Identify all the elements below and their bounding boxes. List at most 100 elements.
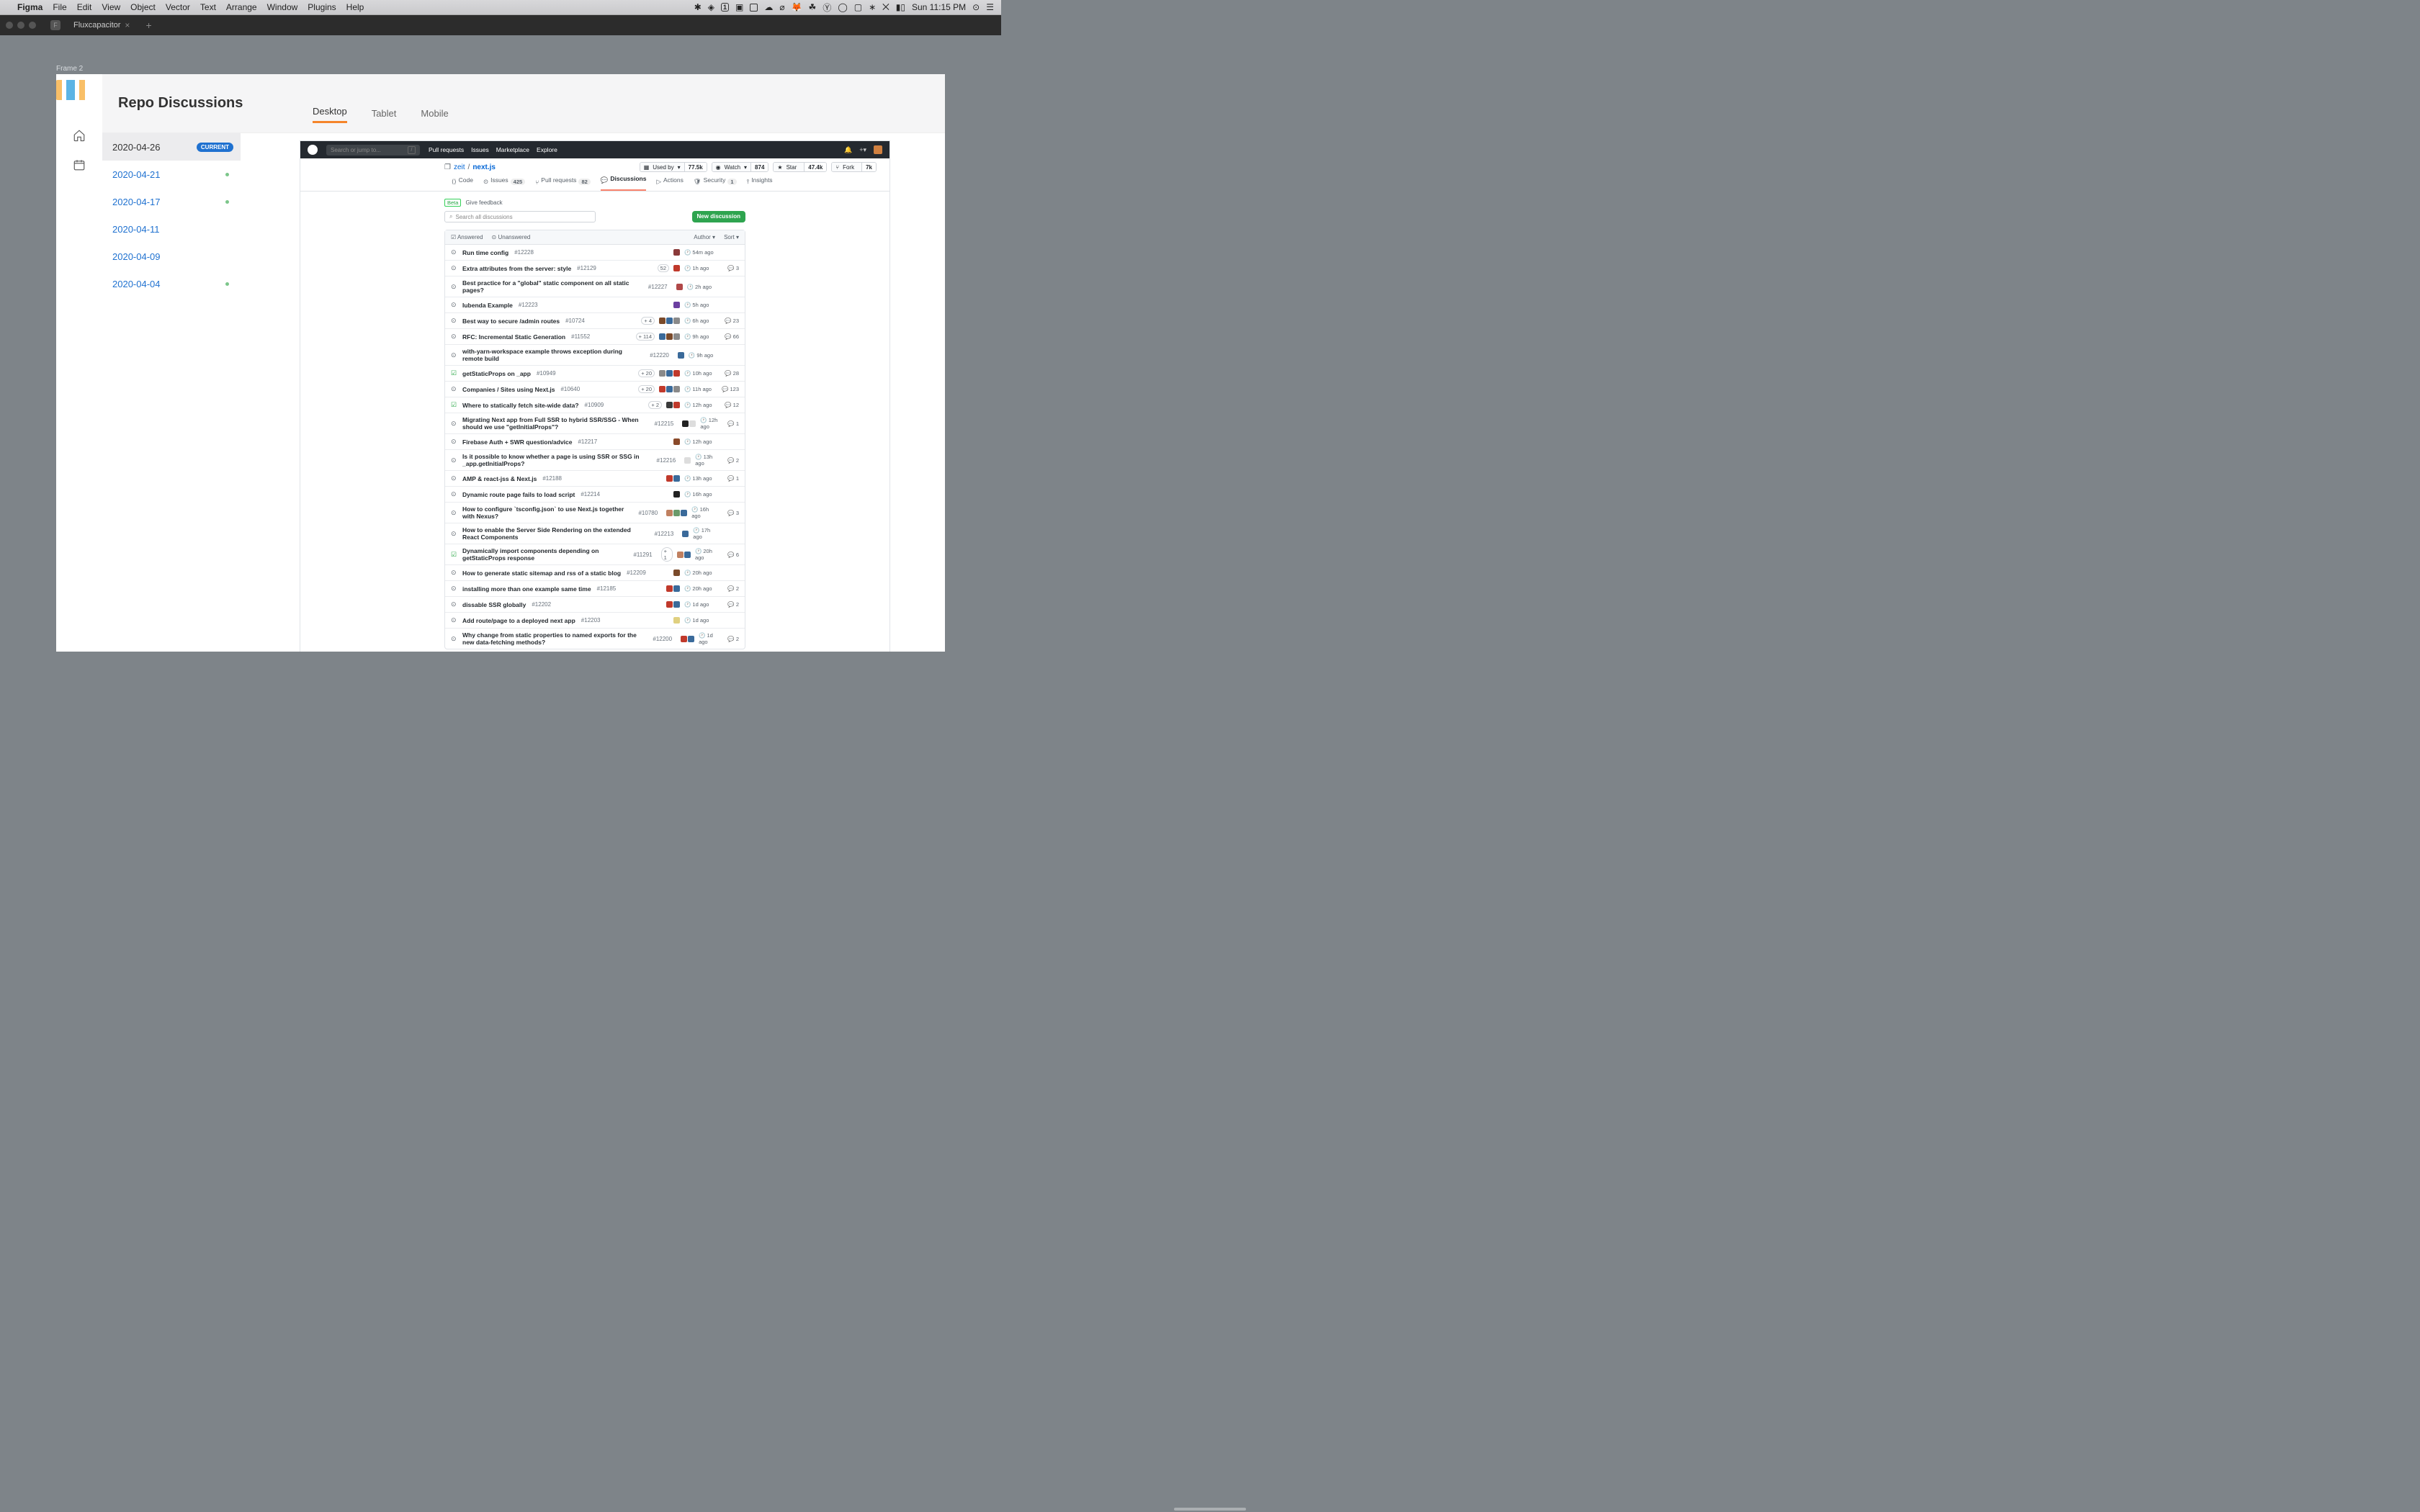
tab-desktop[interactable]: Desktop	[313, 106, 347, 123]
menu-text[interactable]: Text	[200, 2, 216, 12]
github-search-input[interactable]: Search or jump to... /	[326, 145, 420, 156]
menubar-app-name[interactable]: Figma	[17, 2, 42, 12]
cloud-icon[interactable]: ☁	[764, 2, 773, 12]
menubar-clock[interactable]: Sun 11:15 PM	[912, 2, 966, 12]
discussion-row[interactable]: ⊙Extra attributes from the server: style…	[445, 261, 745, 276]
camera-icon[interactable]: ▣	[735, 2, 743, 12]
figma-canvas[interactable]: Frame 2 Repo Discussions Desktop Tablet …	[0, 35, 2420, 1512]
discussion-row[interactable]: ⊙Best way to secure /admin routes#10724+…	[445, 313, 745, 329]
plus-icon[interactable]: +▾	[859, 146, 866, 154]
menu-plugins[interactable]: Plugins	[308, 2, 336, 12]
date-item[interactable]: 2020-04-09	[102, 243, 241, 270]
tab-mobile[interactable]: Mobile	[421, 108, 448, 123]
status-icon[interactable]	[750, 4, 758, 12]
discussion-row[interactable]: ☑Where to statically fetch site-wide dat…	[445, 397, 745, 413]
control-center-icon[interactable]: ☰	[986, 2, 994, 12]
tab-security[interactable]: 🛡 Security 1	[694, 176, 737, 191]
date-item[interactable]: 2020-04-17	[102, 188, 241, 215]
wifi-icon[interactable]: ⨉	[882, 2, 889, 13]
status-icon[interactable]: ⌀	[779, 2, 784, 12]
discussion-row[interactable]: ⊙Best practice for a "global" static com…	[445, 276, 745, 297]
repo-name[interactable]: next.js	[472, 163, 496, 171]
filter-sort[interactable]: Sort ▾	[724, 234, 739, 240]
status-icon[interactable]: 1	[721, 3, 729, 12]
discussion-row[interactable]: ⊙Add route/page to a deployed next app#1…	[445, 613, 745, 629]
repo-owner[interactable]: zeit	[454, 163, 465, 171]
calendar-icon[interactable]	[73, 158, 86, 174]
menu-file[interactable]: File	[53, 2, 66, 12]
nav-marketplace[interactable]: Marketplace	[496, 146, 529, 153]
menu-object[interactable]: Object	[130, 2, 156, 12]
watch-button[interactable]: ◉ Watch ▾874	[712, 162, 769, 172]
display-icon[interactable]: ▢	[854, 2, 862, 12]
filter-unanswered[interactable]: ⊙ Unanswered	[492, 234, 531, 240]
discussion-row[interactable]: ⊙with-yarn-workspace example throws exce…	[445, 345, 745, 366]
discussion-row[interactable]: ⊙Companies / Sites using Next.js#10640+ …	[445, 382, 745, 397]
status-icon[interactable]: ✱	[694, 2, 702, 12]
battery-icon[interactable]: ▮▯	[896, 2, 905, 12]
discussion-row[interactable]: ⊙How to generate static sitemap and rss …	[445, 565, 745, 581]
filter-answered[interactable]: ☑ Answered	[451, 234, 483, 240]
status-icon[interactable]: ◈	[708, 2, 714, 12]
discussion-row[interactable]: ⊙dissable SSR globally#12202🕐 1d ago💬 2	[445, 597, 745, 613]
tab-code[interactable]: ⟨⟩ Code	[452, 176, 473, 191]
discussion-row[interactable]: ⊙Firebase Auth + SWR question/advice#122…	[445, 434, 745, 450]
discussion-row[interactable]: ⊙Is it possible to know whether a page i…	[445, 450, 745, 471]
date-item[interactable]: 2020-04-26 CURRENT	[102, 133, 241, 161]
github-logo-icon[interactable]	[308, 145, 318, 155]
discussion-row[interactable]: ⊙Migrating Next app from Full SSR to hyb…	[445, 413, 745, 434]
date-item[interactable]: 2020-04-21	[102, 161, 241, 188]
discussion-row[interactable]: ⊙AMP & react-jss & Next.js#12188🕐 13h ag…	[445, 471, 745, 487]
tab-tablet[interactable]: Tablet	[372, 108, 397, 123]
star-button[interactable]: ★ Star47.4k	[773, 162, 827, 172]
nav-issues[interactable]: Issues	[471, 146, 489, 153]
figma-tab[interactable]: Fluxcapacitor ×	[68, 15, 135, 35]
new-discussion-button[interactable]: New discussion	[692, 211, 745, 222]
feedback-link[interactable]: Give feedback	[465, 199, 502, 206]
discussion-row[interactable]: ⊙Dynamic route page fails to load script…	[445, 487, 745, 503]
close-icon[interactable]: ×	[125, 20, 130, 30]
spotlight-icon[interactable]: ⊙	[972, 2, 980, 12]
design-frame[interactable]: Repo Discussions Desktop Tablet Mobile 2…	[56, 74, 945, 652]
tab-prs[interactable]: ⑂ Pull requests 82	[535, 176, 591, 191]
frame-label[interactable]: Frame 2	[56, 65, 83, 73]
date-item[interactable]: 2020-04-04	[102, 270, 241, 297]
bell-icon[interactable]: 🔔	[844, 146, 852, 154]
tab-insights[interactable]: ⫯ Insights	[747, 176, 773, 191]
status-icon[interactable]: ◯	[838, 2, 847, 12]
menu-window[interactable]: Window	[267, 2, 298, 12]
discussions-search-input[interactable]: ⌕ Search all discussions	[444, 211, 596, 222]
nav-explore[interactable]: Explore	[537, 146, 557, 153]
discussion-row[interactable]: ☑Dynamically import components depending…	[445, 544, 745, 565]
home-icon[interactable]	[73, 129, 86, 144]
discussion-row[interactable]: ⊙How to configure `tsconfig.json` to use…	[445, 503, 745, 523]
add-tab-button[interactable]: +	[145, 19, 151, 31]
filter-author[interactable]: Author ▾	[694, 234, 715, 240]
window-traffic-lights[interactable]	[6, 22, 36, 29]
tab-issues[interactable]: ⊙ Issues 425	[483, 176, 525, 191]
nav-pulls[interactable]: Pull requests	[429, 146, 464, 153]
discussion-row[interactable]: ⊙How to enable the Server Side Rendering…	[445, 523, 745, 544]
bluetooth-icon[interactable]: ∗	[869, 2, 876, 12]
user-avatar[interactable]	[874, 145, 882, 154]
discussion-row[interactable]: ⊙Run time config#12228🕐 54m ago	[445, 245, 745, 261]
fork-button[interactable]: ⑂ Fork7k	[831, 162, 877, 172]
status-icon[interactable]: Ⓨ	[823, 1, 831, 14]
menu-vector[interactable]: Vector	[166, 2, 190, 12]
discussion-row[interactable]: ⊙RFC: Incremental Static Generation#1155…	[445, 329, 745, 345]
menu-help[interactable]: Help	[346, 2, 364, 12]
date-item[interactable]: 2020-04-11	[102, 215, 241, 243]
status-icon[interactable]: ☘	[809, 2, 817, 12]
discussion-row[interactable]: ⊙installing more than one example same t…	[445, 581, 745, 597]
menu-arrange[interactable]: Arrange	[226, 2, 257, 12]
discussion-row[interactable]: ⊙Why change from static properties to na…	[445, 629, 745, 649]
menu-edit[interactable]: Edit	[77, 2, 92, 12]
menu-view[interactable]: View	[102, 2, 120, 12]
usedby-button[interactable]: ▦ Used by ▾77.5k	[640, 162, 707, 172]
tab-discussions[interactable]: 💬 Discussions	[601, 175, 647, 191]
status-icon[interactable]: 🦊	[792, 2, 802, 12]
figma-logo-icon[interactable]: F	[50, 20, 60, 30]
tab-actions[interactable]: ▷ Actions	[656, 176, 683, 191]
discussion-row[interactable]: ⊙Iubenda Example#12223🕐 5h ago	[445, 297, 745, 313]
discussion-row[interactable]: ☑getStaticProps on _app#10949+ 20🕐 10h a…	[445, 366, 745, 382]
